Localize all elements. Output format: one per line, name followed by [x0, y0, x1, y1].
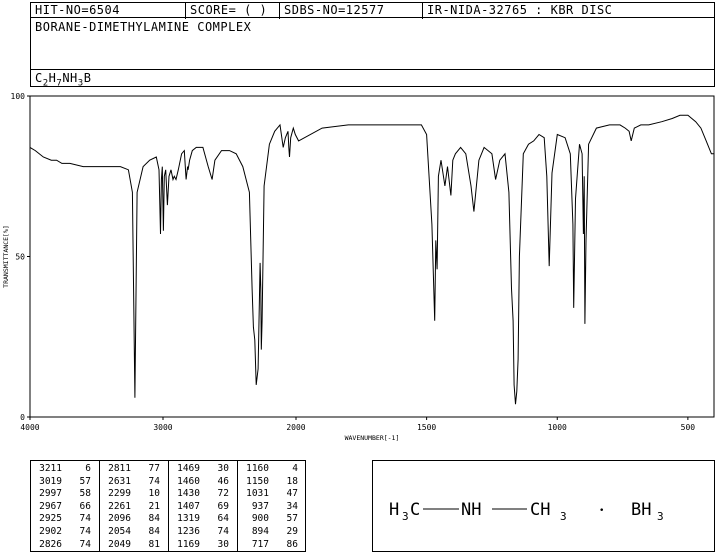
methyl-left-h: H [389, 500, 399, 520]
methyl-left-sub: 3 [402, 510, 409, 523]
peak-wavenumber: 2997 [39, 488, 62, 500]
structure-drawing: H 3 C NH CH 3 • BH 3 [389, 500, 664, 523]
peak-transmittance: 4 [292, 463, 298, 474]
y-tick-label: 100 [11, 92, 26, 101]
peak-transmittance: 74 [79, 526, 91, 537]
peak-transmittance: 34 [286, 500, 298, 512]
complex-dot: • [599, 506, 604, 516]
peak-transmittance: 18 [286, 475, 298, 487]
peak-transmittance: 64 [217, 513, 229, 525]
peak-transmittance: 10 [148, 488, 160, 500]
peak-wavenumber: 1150 [246, 475, 269, 487]
peak-transmittance: 74 [79, 513, 91, 525]
peak-transmittance: 30 [217, 463, 229, 474]
x-tick-label: 4000 [20, 423, 39, 432]
peak-wavenumber: 1460 [177, 475, 200, 487]
peak-wavenumber: 937 [251, 500, 269, 512]
peak-transmittance: 30 [217, 538, 229, 550]
peak-wavenumber: 2967 [39, 500, 62, 512]
peak-transmittance: 74 [79, 538, 91, 550]
x-tick-label: 2000 [286, 423, 305, 432]
peak-wavenumber: 2902 [39, 526, 62, 537]
peak-wavenumber: 894 [251, 526, 269, 537]
column-divider [168, 461, 169, 551]
peak-transmittance: 86 [286, 538, 298, 550]
methyl-right: CH [530, 500, 550, 520]
peak-wavenumber: 2826 [39, 538, 62, 550]
amine-nh: NH [461, 500, 481, 520]
peak-transmittance: 47 [286, 488, 298, 500]
peak-wavenumber: 1031 [246, 488, 269, 500]
plot-frame [29, 95, 715, 418]
borane-bh: BH [631, 500, 651, 520]
y-tick-label: 50 [15, 253, 25, 262]
ir-spectrum-chart: 0 50 100 4000 3000 2000 1500 1000 500 WAVENUMBER[… [2, 92, 715, 442]
peak-wavenumber: 900 [251, 513, 269, 525]
peak-wavenumber: 1169 [177, 538, 200, 550]
methyl-left-c: C [410, 500, 420, 520]
peak-wavenumber: 2811 [108, 463, 131, 474]
peak-transmittance: 46 [217, 475, 229, 487]
peak-wavenumber: 2299 [108, 488, 131, 500]
spectrum-line [29, 114, 714, 405]
peak-wavenumber: 1236 [177, 526, 200, 537]
peak-wavenumber: 2049 [108, 538, 131, 550]
peak-wavenumber: 1469 [177, 463, 200, 474]
peak-wavenumber: 2096 [108, 513, 131, 525]
column-divider [99, 461, 100, 551]
peak-transmittance: 81 [148, 538, 160, 550]
methyl-right-sub: 3 [560, 510, 567, 523]
peak-transmittance: 84 [148, 513, 160, 525]
y-tick-label: 0 [20, 413, 25, 422]
x-tick-label: 1000 [548, 423, 567, 432]
peak-transmittance: 58 [79, 488, 91, 500]
peak-wavenumber: 1430 [177, 488, 200, 500]
peak-wavenumber: 1160 [246, 463, 269, 474]
peak-wavenumber: 1407 [177, 500, 200, 512]
peak-transmittance: 77 [148, 463, 160, 474]
peak-wavenumber: 2925 [39, 513, 62, 525]
peak-transmittance: 29 [286, 526, 298, 537]
peak-wavenumber: 1319 [177, 513, 200, 525]
structure-box: H 3 C NH CH 3 • BH 3 [372, 460, 715, 552]
y-axis-label: TRANSMITTANCE[%] [2, 225, 10, 288]
peak-transmittance: 74 [148, 475, 160, 487]
column-divider [237, 461, 238, 551]
peak-wavenumber: 2054 [108, 526, 131, 537]
peak-transmittance: 57 [286, 513, 298, 525]
peak-transmittance: 21 [148, 500, 160, 512]
peak-wavenumber: 2631 [108, 475, 131, 487]
peak-wavenumber: 3019 [39, 475, 62, 487]
x-tick-label: 3000 [153, 423, 172, 432]
x-axis-label: WAVENUMBER[-1] [345, 434, 400, 442]
peak-wavenumber: 3211 [39, 463, 62, 474]
peak-transmittance: 74 [217, 526, 229, 537]
peak-wavenumber: 2261 [108, 500, 131, 512]
x-tick-label: 500 [681, 423, 696, 432]
peak-transmittance: 66 [79, 500, 91, 512]
peak-transmittance: 57 [79, 475, 91, 487]
peak-transmittance: 6 [85, 463, 91, 474]
x-tick-label: 1500 [417, 423, 436, 432]
peak-transmittance: 69 [217, 500, 229, 512]
peak-wavenumber: 717 [251, 538, 269, 550]
peak-table: 3211 6 2811 77 1469 30 1160 4 3019 57 2631 74 1460 46… [30, 460, 306, 552]
borane-sub: 3 [657, 510, 664, 523]
peak-transmittance: 84 [148, 526, 160, 537]
peak-transmittance: 72 [217, 488, 229, 500]
